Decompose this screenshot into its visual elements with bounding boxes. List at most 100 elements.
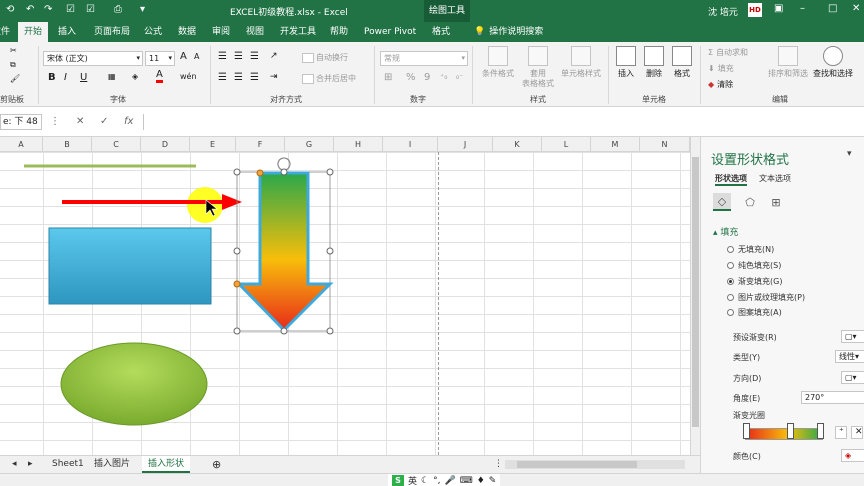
moon-icon[interactable]: ☾: [421, 476, 429, 486]
column-header-i[interactable]: I: [383, 137, 438, 152]
avatar[interactable]: HD: [748, 3, 762, 17]
column-header-e[interactable]: E: [190, 137, 236, 152]
column-header-d[interactable]: D: [141, 137, 190, 152]
next-sheet-icon[interactable]: ▸: [22, 456, 39, 473]
gradient-stops-bar[interactable]: [745, 428, 823, 440]
fill-section-header[interactable]: ▴ 填充: [713, 225, 738, 238]
font-name-select[interactable]: 宋体 (正文) ▾: [43, 51, 143, 66]
radio-solid-fill[interactable]: 纯色填充(S): [727, 260, 781, 271]
tab-format[interactable]: 格式: [426, 22, 456, 42]
sheet-tab-sheet1[interactable]: Sheet1: [46, 456, 90, 473]
close-icon[interactable]: ✕: [852, 3, 860, 14]
tell-me-search[interactable]: 💡 操作说明搜索: [468, 22, 549, 42]
save-icon[interactable]: ⟲: [6, 4, 14, 15]
phonetic-button[interactable]: wén: [180, 72, 197, 81]
radio-pattern-fill[interactable]: 图案填充(A): [727, 307, 782, 318]
wrench-icon[interactable]: ✎: [489, 476, 497, 486]
punctuation-icon[interactable]: °,: [433, 476, 440, 486]
column-header-n[interactable]: N: [640, 137, 690, 152]
tab-shape-options[interactable]: 形状选项: [715, 173, 747, 186]
checkbox-icon-2[interactable]: ☑: [86, 4, 95, 15]
comma-button[interactable]: 9: [424, 72, 430, 83]
more-icon[interactable]: ⋮: [50, 116, 60, 127]
angle-input[interactable]: 270°: [801, 391, 864, 404]
add-stop-icon[interactable]: ⁺: [835, 426, 847, 439]
fill-line-icon[interactable]: ◇: [713, 193, 731, 211]
number-format-select[interactable]: 常规 ▾: [380, 51, 468, 66]
column-header-c[interactable]: C: [92, 137, 141, 152]
underline-button[interactable]: U: [80, 72, 87, 83]
sheet-tab-insert-picture[interactable]: 插入图片: [88, 456, 136, 473]
ime-toolbar[interactable]: S 英 ☾ °, 🎤 ⌨ ♦ ✎: [388, 474, 501, 486]
minimize-icon[interactable]: –: [800, 3, 805, 14]
decrease-decimal-icon[interactable]: ₀⁻: [456, 72, 463, 81]
vertical-scrollbar[interactable]: [690, 137, 700, 455]
percent-button[interactable]: %: [406, 72, 416, 83]
sort-filter-button[interactable]: 排序和筛选: [766, 46, 810, 90]
column-header-g[interactable]: G: [285, 137, 334, 152]
fill-button[interactable]: ⬇ 填充: [708, 63, 734, 74]
tab-home[interactable]: 开始: [18, 22, 49, 42]
increase-decimal-icon[interactable]: ⁺₀: [440, 72, 447, 81]
restore-icon[interactable]: □: [828, 3, 837, 14]
align-left-icon[interactable]: ☰: [218, 72, 227, 83]
color-picker[interactable]: ◈: [841, 449, 864, 462]
tab-file[interactable]: 文件: [0, 22, 16, 42]
wrap-text-button[interactable]: 自动换行: [302, 52, 348, 63]
merge-center-button[interactable]: 合并后居中: [302, 73, 356, 84]
gradient-stop-3[interactable]: [817, 423, 824, 439]
radio-gradient-fill[interactable]: 渐变填充(G): [727, 276, 782, 287]
tab-view[interactable]: 视图: [240, 22, 270, 42]
tab-formulas[interactable]: 公式: [138, 22, 168, 42]
fill-color-icon[interactable]: ◈: [132, 72, 138, 81]
tab-help[interactable]: 帮助: [324, 22, 354, 42]
formula-input[interactable]: [143, 114, 864, 130]
column-header-k[interactable]: K: [493, 137, 542, 152]
tab-insert[interactable]: 插入: [52, 22, 82, 42]
direction-picker[interactable]: ▢▾: [841, 371, 864, 384]
clear-button[interactable]: ◆ 清除: [708, 79, 733, 90]
copy-icon[interactable]: ⧉: [10, 60, 16, 70]
keyboard-icon[interactable]: ⌨: [460, 476, 473, 486]
tab-data[interactable]: 数据: [172, 22, 202, 42]
checkbox-icon[interactable]: ☑: [66, 4, 75, 15]
indent-icon[interactable]: ⇥: [270, 72, 278, 82]
align-center-icon[interactable]: ☰: [234, 72, 243, 83]
tab-text-options[interactable]: 文本选项: [759, 173, 791, 184]
font-color-button[interactable]: A: [156, 70, 163, 83]
insert-function-button[interactable]: fx: [124, 116, 133, 127]
orientation-icon[interactable]: ↗: [270, 51, 278, 61]
user-name[interactable]: 沈 培元: [708, 5, 738, 18]
worksheet-grid[interactable]: A B C D E F G H I J K L M N: [0, 137, 690, 455]
format-painter-icon[interactable]: 🖌: [10, 74, 20, 83]
radio-picture-fill[interactable]: 图片或纹理填充(P): [727, 292, 805, 303]
customize-qat-icon[interactable]: ▾: [140, 4, 145, 15]
column-header-b[interactable]: B: [43, 137, 92, 152]
name-box[interactable]: e: 下 48: [0, 114, 42, 130]
enter-button[interactable]: ✓: [100, 116, 108, 127]
column-header-j[interactable]: J: [438, 137, 493, 152]
skin-icon[interactable]: ♦: [477, 476, 485, 486]
tab-review[interactable]: 审阅: [206, 22, 236, 42]
currency-icon[interactable]: ⊞: [384, 72, 392, 83]
vertical-scroll-thumb[interactable]: [692, 157, 699, 427]
column-header-a[interactable]: A: [0, 137, 43, 152]
cut-icon[interactable]: ✂: [10, 46, 17, 55]
gradient-stop-2[interactable]: [787, 423, 794, 439]
align-middle-icon[interactable]: ☰: [234, 51, 243, 62]
preset-gradient-picker[interactable]: ▢▾: [841, 330, 864, 343]
radio-no-fill[interactable]: 无填充(N): [727, 244, 774, 255]
format-as-table-button[interactable]: 套用 表格格式: [518, 46, 558, 90]
italic-button[interactable]: I: [64, 72, 67, 83]
column-header-l[interactable]: L: [542, 137, 591, 152]
align-bottom-icon[interactable]: ☰: [250, 51, 259, 62]
grow-font-button[interactable]: A: [180, 51, 187, 62]
ime-mode[interactable]: 英: [408, 474, 417, 486]
size-properties-icon[interactable]: ⊞: [767, 193, 785, 211]
undo-icon[interactable]: ↶: [26, 4, 34, 15]
gradient-stop-1[interactable]: [743, 423, 750, 439]
find-select-button[interactable]: 查找和选择: [810, 46, 856, 90]
print-preview-icon[interactable]: ⎙: [114, 4, 122, 15]
align-top-icon[interactable]: ☰: [218, 51, 227, 62]
align-right-icon[interactable]: ☰: [250, 72, 259, 83]
